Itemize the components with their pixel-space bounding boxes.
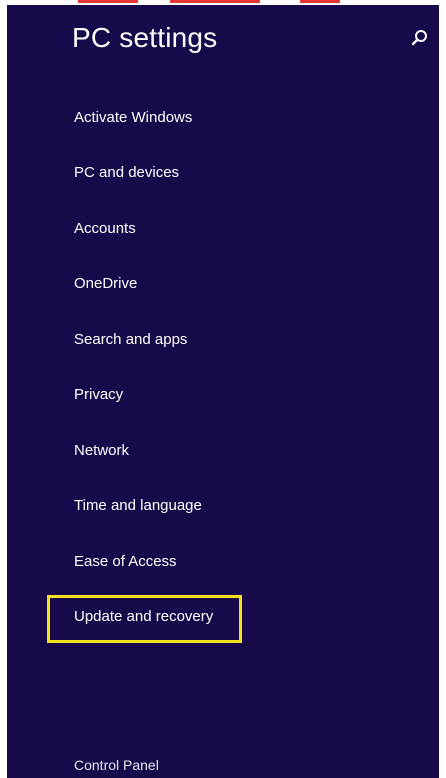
nav-item-network[interactable]: Network xyxy=(74,441,129,461)
nav-item-pc-and-devices[interactable]: PC and devices xyxy=(74,163,179,183)
highlight-box xyxy=(47,595,242,643)
nav-item-onedrive[interactable]: OneDrive xyxy=(74,274,137,294)
settings-panel: PC settings Activate Windows PC and devi… xyxy=(7,5,439,778)
red-annotation-mark xyxy=(300,0,340,3)
nav-item-ease-of-access[interactable]: Ease of Access xyxy=(74,552,177,572)
control-panel-link[interactable]: Control Panel xyxy=(74,756,159,774)
settings-nav-list: Activate Windows PC and devices Accounts… xyxy=(7,5,439,778)
nav-item-time-and-language[interactable]: Time and language xyxy=(74,496,202,516)
nav-item-accounts[interactable]: Accounts xyxy=(74,219,136,239)
red-annotation-mark xyxy=(170,0,260,3)
nav-item-search-and-apps[interactable]: Search and apps xyxy=(74,330,187,350)
nav-item-privacy[interactable]: Privacy xyxy=(74,385,123,405)
nav-item-activate-windows[interactable]: Activate Windows xyxy=(74,108,192,128)
red-annotation-mark xyxy=(78,0,138,3)
